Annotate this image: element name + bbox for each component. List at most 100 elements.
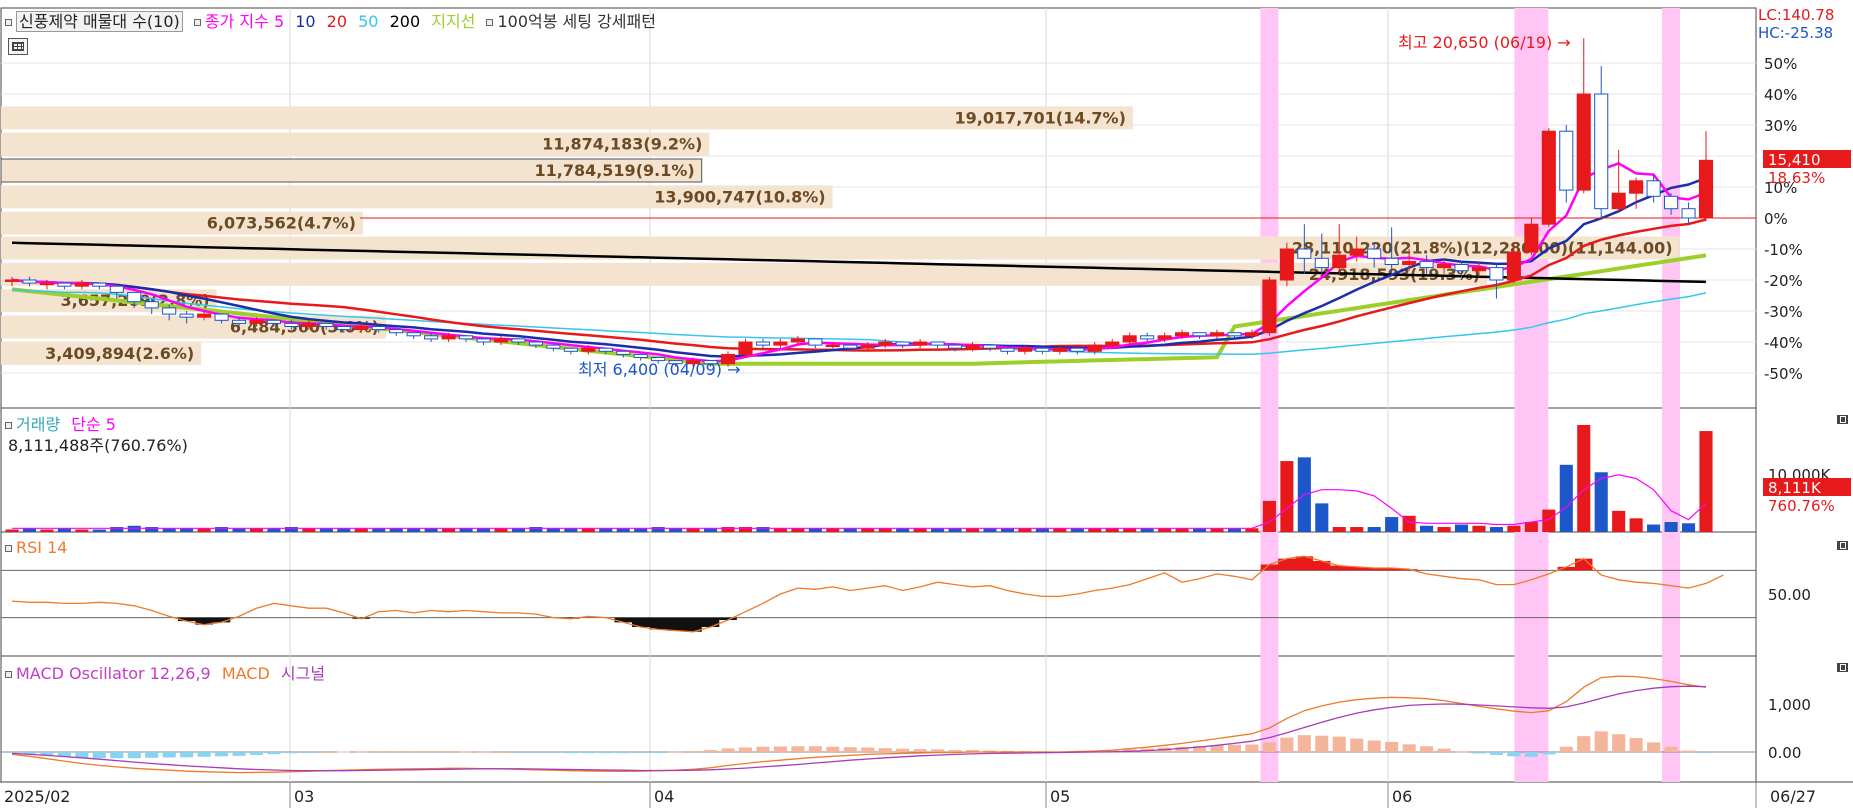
candle <box>1087 344 1102 352</box>
candle <box>319 322 334 327</box>
macd-oscillator-bar <box>1350 738 1364 752</box>
y-tick-label: 0% <box>1764 210 1788 228</box>
candle <box>1681 208 1696 219</box>
macd-oscillator-bar <box>407 751 421 753</box>
candle <box>371 326 386 331</box>
candle <box>1017 347 1032 352</box>
macd-oscillator-bar <box>459 751 473 753</box>
candle <box>1367 248 1382 259</box>
current-change-value: 18.63% <box>1768 169 1825 187</box>
lc-readout: LC:140.78 <box>1758 6 1835 24</box>
macd-oscillator-bar <box>127 752 141 759</box>
macd-oscillator-bar <box>1245 744 1259 752</box>
volume-bar <box>1437 527 1451 532</box>
macd-toggle-icon[interactable] <box>5 671 12 678</box>
macd-oscillator-bar <box>1280 737 1294 752</box>
macd-oscillator-bar <box>948 750 962 752</box>
rsi-toggle-icon[interactable] <box>5 545 12 552</box>
low-annotation: 최저 6,400 (04/09) → <box>578 360 741 379</box>
candle <box>1332 254 1347 269</box>
macd-oscillator-bar <box>197 752 211 757</box>
legend-header: 신풍제약 매물대 수(10) 종가 지수 5 10 20 50 200 지지선 … <box>5 8 656 32</box>
rsi-close-icon[interactable] <box>1837 541 1848 550</box>
macd-oscillator-bar <box>1420 746 1434 752</box>
macd-oscillator-bar <box>215 752 229 757</box>
candle <box>930 341 945 346</box>
x-tick-label: 2025/02 <box>4 787 70 806</box>
volume-profile-label: 11,784,519(9.1%) <box>534 161 694 180</box>
macd-oscillator-bar <box>704 750 718 752</box>
volume-bar <box>5 529 19 532</box>
volume-bar <box>1629 518 1643 532</box>
volume-bar <box>1489 527 1503 532</box>
y-tick-label: 30% <box>1764 117 1797 135</box>
macd-close-icon[interactable] <box>1837 663 1848 672</box>
panel-frame <box>0 531 1757 657</box>
macd-oscillator-bar <box>599 752 613 754</box>
macd-oscillator-bar <box>494 752 508 753</box>
y-tick-label: -40% <box>1764 334 1803 352</box>
pattern-label[interactable]: 100억봉 세팅 강세패턴 <box>497 12 655 31</box>
pattern-toggle-icon[interactable] <box>486 19 494 26</box>
macd-title[interactable]: MACD Oscillator 12,26,9 <box>16 664 211 683</box>
candle <box>354 326 369 331</box>
candle <box>738 341 753 355</box>
panel-frame <box>0 407 1757 533</box>
candle <box>1454 264 1469 272</box>
macd-oscillator-bar <box>145 752 159 758</box>
rsi-title[interactable]: RSI 14 <box>16 538 67 557</box>
macd-oscillator-bar <box>791 746 805 752</box>
macd-oscillator-bar <box>424 751 438 753</box>
macd-oscillator-bar <box>721 748 735 752</box>
highlight-band <box>1260 8 1279 782</box>
candle <box>1105 341 1120 346</box>
volume-close-icon[interactable] <box>1837 415 1848 424</box>
candle <box>1157 335 1172 340</box>
macd-oscillator-bar <box>581 752 595 754</box>
stock-chart[interactable]: 3,409,894(2.6%)6,484,560(5.0%)3,657,209(… <box>0 0 1853 810</box>
macd-oscillator-bar <box>442 751 456 753</box>
candle <box>1646 180 1661 197</box>
macd-oscillator-bar <box>843 747 857 752</box>
macd-line <box>11 675 1707 774</box>
candle <box>1192 332 1207 337</box>
candle <box>1070 347 1085 352</box>
macd-oscillator-bar <box>738 747 753 752</box>
candle <box>4 279 20 282</box>
volume-profile-label: 11,874,183(9.2%) <box>542 135 702 154</box>
macd-oscillator-bar <box>826 746 840 752</box>
volume-bar <box>1350 527 1364 532</box>
volume-profile-label: 6,073,562(4.7%) <box>207 214 356 233</box>
macd-oscillator-bar <box>337 751 351 753</box>
macd-oscillator-bar <box>162 752 176 758</box>
ma5-label: 5 <box>273 12 285 31</box>
candle <box>424 335 439 340</box>
stock-title[interactable]: 신풍제약 매물대 수(10) <box>16 11 183 32</box>
volume-profile-label: 28,110,220(21.8%)(12,280.00)(11,144.00) <box>1292 239 1673 258</box>
candle <box>1349 248 1364 256</box>
macd-oscillator-bar <box>1699 752 1713 753</box>
ma-label[interactable]: 종가 지수 <box>205 12 269 31</box>
legend-toggle-icon[interactable] <box>5 19 12 26</box>
macd-oscillator-bar <box>354 751 368 753</box>
candle <box>895 341 910 346</box>
volume-bar <box>1681 523 1696 532</box>
ma10-label: 10 <box>295 12 316 31</box>
candle <box>459 335 474 340</box>
candle <box>1227 332 1242 337</box>
volume-bar <box>75 529 89 532</box>
candle <box>948 344 963 349</box>
candle <box>1209 332 1225 337</box>
macd-oscillator-bar <box>249 752 264 755</box>
candle <box>1436 264 1452 269</box>
candle <box>546 344 561 349</box>
ma20-label: 20 <box>326 12 348 31</box>
candle <box>231 319 247 324</box>
ma-toggle-icon[interactable] <box>193 19 201 26</box>
volume-bar <box>1507 525 1521 532</box>
grid-toggle-icon[interactable] <box>8 38 28 55</box>
volume-toggle-icon[interactable] <box>5 422 12 429</box>
rsi-y-tick: 50.00 <box>1768 586 1811 604</box>
macd-oscillator-bar <box>1629 738 1643 752</box>
candle <box>249 319 264 324</box>
